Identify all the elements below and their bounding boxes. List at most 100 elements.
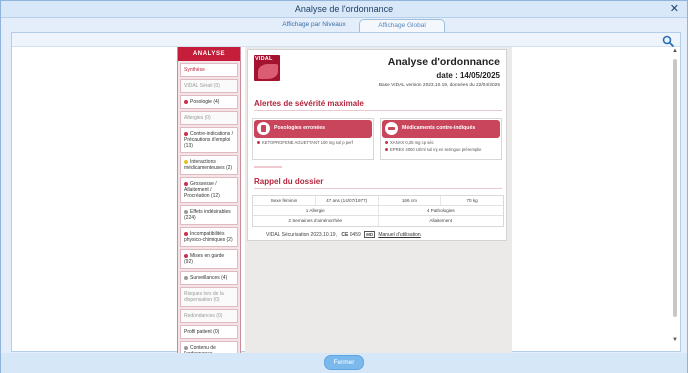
nav-item[interactable]: Contre-indications / Précautions d'emplo… (180, 127, 238, 153)
nav-item[interactable]: Effets indésirables (224) (180, 205, 238, 225)
nav-item[interactable]: Grossesse / Allaitement / Procréation (1… (180, 177, 238, 203)
alert-contre-indiques[interactable]: Médicaments contre-indiqués XANAX 0,25 m… (380, 118, 502, 160)
analysis-nav: ANALYSE Synthèse VIDAL Sérail (0) Posologi… (177, 47, 241, 353)
severity-dot-icon (184, 231, 188, 236)
severity-dot-icon (184, 181, 188, 186)
no-entry-icon (385, 122, 398, 135)
table-cell: 47 ans (14/07/1977) (316, 196, 379, 205)
alert-line: XANAX 0,25 mg cp séc (385, 140, 497, 145)
nav-item[interactable]: Incompatibilités physico-chimiques (2) (180, 227, 238, 247)
search-icon[interactable] (662, 35, 674, 47)
nav-item-label: Profil patient (0) (184, 329, 220, 335)
nav-list: Synthèse VIDAL Sérail (0) Posologie (4) All… (178, 63, 240, 353)
nav-item-label: Mises en garde (92) (184, 253, 225, 265)
severity-dot-icon (184, 209, 188, 214)
document-footer: VIDAL Sécurisation 2023.10.19, CE 0459 M… (266, 231, 421, 238)
table-row: 2 Semaines d'aménorrhée Allaitement (253, 216, 503, 226)
nav-item[interactable]: Profil patient (0) (180, 325, 238, 339)
table-cell: 70 kg (466, 198, 478, 203)
nav-item[interactable]: Mises en garde (92) (180, 249, 238, 269)
severity-dot-icon (184, 159, 188, 164)
nav-item-label: Allergies (0) (184, 115, 211, 121)
table-cell: Sexe féminin (253, 196, 316, 205)
analysis-document: VIDAL Analyse d'ordonnance date : 14/05/… (247, 49, 507, 241)
nav-item[interactable]: Risques lors de la dispensation (0) (180, 287, 238, 307)
section-alerts-title: Alertes de sévérité maximale (254, 99, 364, 108)
nav-item[interactable]: Redondances (0) (180, 309, 238, 323)
scroll-up-icon[interactable]: ▲ (671, 47, 679, 55)
severity-dot-icon (184, 253, 188, 258)
scroll-thumb[interactable] (673, 59, 677, 317)
alert-line: EPREX 4000 UI/ml sol inj en seringue pré… (385, 147, 497, 152)
nav-item[interactable]: VIDAL Sérail (0) (180, 79, 238, 93)
close-button[interactable]: Fermer (324, 355, 364, 370)
md-badge: MD (364, 231, 375, 238)
nav-item-label: Interactions médicamenteuses (2) (184, 159, 233, 171)
table-row: Sexe féminin 47 ans (14/07/1977) 166 cm … (253, 196, 503, 206)
bullet-icon (385, 148, 388, 152)
severity-dot-icon (184, 99, 188, 104)
ce-mark: CE (341, 232, 349, 238)
content-frame: ANALYSE Synthèse VIDAL Sérail (0) Posologi… (11, 32, 681, 353)
bullet-icon (385, 141, 388, 145)
nav-item[interactable]: Surveillances (4) (180, 271, 238, 285)
vertical-scrollbar[interactable]: ▲ ▼ (671, 47, 679, 352)
title-bar: Analyse de l'ordonnance ✕ (1, 1, 687, 18)
nav-item-label: Incompatibilités physico-chimiques (2) (184, 231, 233, 243)
table-row: 1 Allergie 4 Pathologies (253, 206, 503, 216)
nav-item[interactable]: Allergies (0) (180, 111, 238, 125)
section-recall-title: Rappel du dossier (254, 177, 324, 186)
nav-item[interactable]: Posologie (4) (180, 95, 238, 109)
manual-link[interactable]: Manuel d'utilisation (378, 232, 420, 238)
toolbar-strip (12, 33, 680, 47)
table-cell: 2 Semaines d'aménorrhée (253, 216, 379, 226)
nav-item-label: Risques lors de la dispensation (0) (184, 291, 224, 303)
divider-short (254, 166, 282, 168)
dialog-window: Analyse de l'ordonnance ✕ Affichage par … (0, 0, 688, 373)
table-cell: 1 Allergie (253, 206, 379, 215)
severity-dot-icon (184, 131, 188, 136)
alert-header: Posologies erronées (254, 120, 372, 138)
nav-item-label: Grossesse / Allaitement / Procréation (1… (184, 181, 220, 199)
bottom-bar: Fermer (1, 353, 687, 373)
nav-item[interactable]: Contenu de l'ordonnance (180, 341, 238, 353)
nav-item-label: VIDAL Sérail (0) (184, 83, 220, 89)
tab-affichage-par-niveaux[interactable]: Affichage par Niveaux (271, 19, 357, 32)
logo-text: VIDAL (255, 56, 273, 62)
logo-swoosh-icon (258, 64, 278, 79)
bullet-icon (257, 141, 260, 145)
window-title: Analyse de l'ordonnance (294, 4, 394, 14)
vidal-logo: VIDAL (254, 55, 280, 81)
nav-item-label: Synthèse (184, 67, 205, 73)
table-cell: 4 Pathologies (426, 208, 455, 213)
tab-affichage-global[interactable]: Affichage Global (359, 19, 445, 32)
bottle-icon (257, 122, 270, 135)
alert-label: Posologies erronées (274, 125, 326, 131)
footer-version: VIDAL Sécurisation 2023.10.19, (266, 232, 337, 238)
nav-item-label: Redondances (0) (184, 313, 223, 319)
divider (254, 188, 502, 189)
nav-item-label: Effets indésirables (224) (184, 209, 231, 221)
close-icon[interactable]: ✕ (670, 2, 679, 15)
severity-dot-icon (184, 275, 188, 280)
document-date: date : 14/05/2025 (436, 71, 500, 80)
nav-header: ANALYSE (178, 47, 240, 61)
scroll-down-icon[interactable]: ▼ (671, 336, 679, 344)
document-title: Analyse d'ordonnance (387, 56, 500, 68)
alert-posologies[interactable]: Posologies erronées KETOPROFENE AGUETTAN… (252, 118, 374, 160)
alert-label: Médicaments contre-indiqués (402, 125, 476, 131)
document-area: VIDAL Analyse d'ordonnance date : 14/05/… (245, 47, 512, 353)
nav-item-label: Surveillances (4) (190, 275, 228, 281)
severity-dot-icon (184, 345, 188, 350)
tab-bar: Affichage par Niveaux Affichage Global (1, 18, 687, 32)
nav-item[interactable]: Interactions médicamenteuses (2) (180, 155, 238, 175)
nav-item[interactable]: Synthèse (180, 63, 238, 77)
table-cell: 166 cm (379, 196, 442, 205)
divider (254, 110, 502, 111)
patient-record-table: Sexe féminin 47 ans (14/07/1977) 166 cm … (252, 195, 504, 227)
alert-header: Médicaments contre-indiqués (382, 120, 500, 138)
table-cell: Allaitement (429, 218, 453, 223)
footer-number: 0459 (349, 232, 361, 238)
nav-item-label: Contre-indications / Précautions d'emplo… (184, 131, 234, 149)
document-base-version: Base VIDAL version 2023.10.19, données d… (378, 83, 500, 88)
